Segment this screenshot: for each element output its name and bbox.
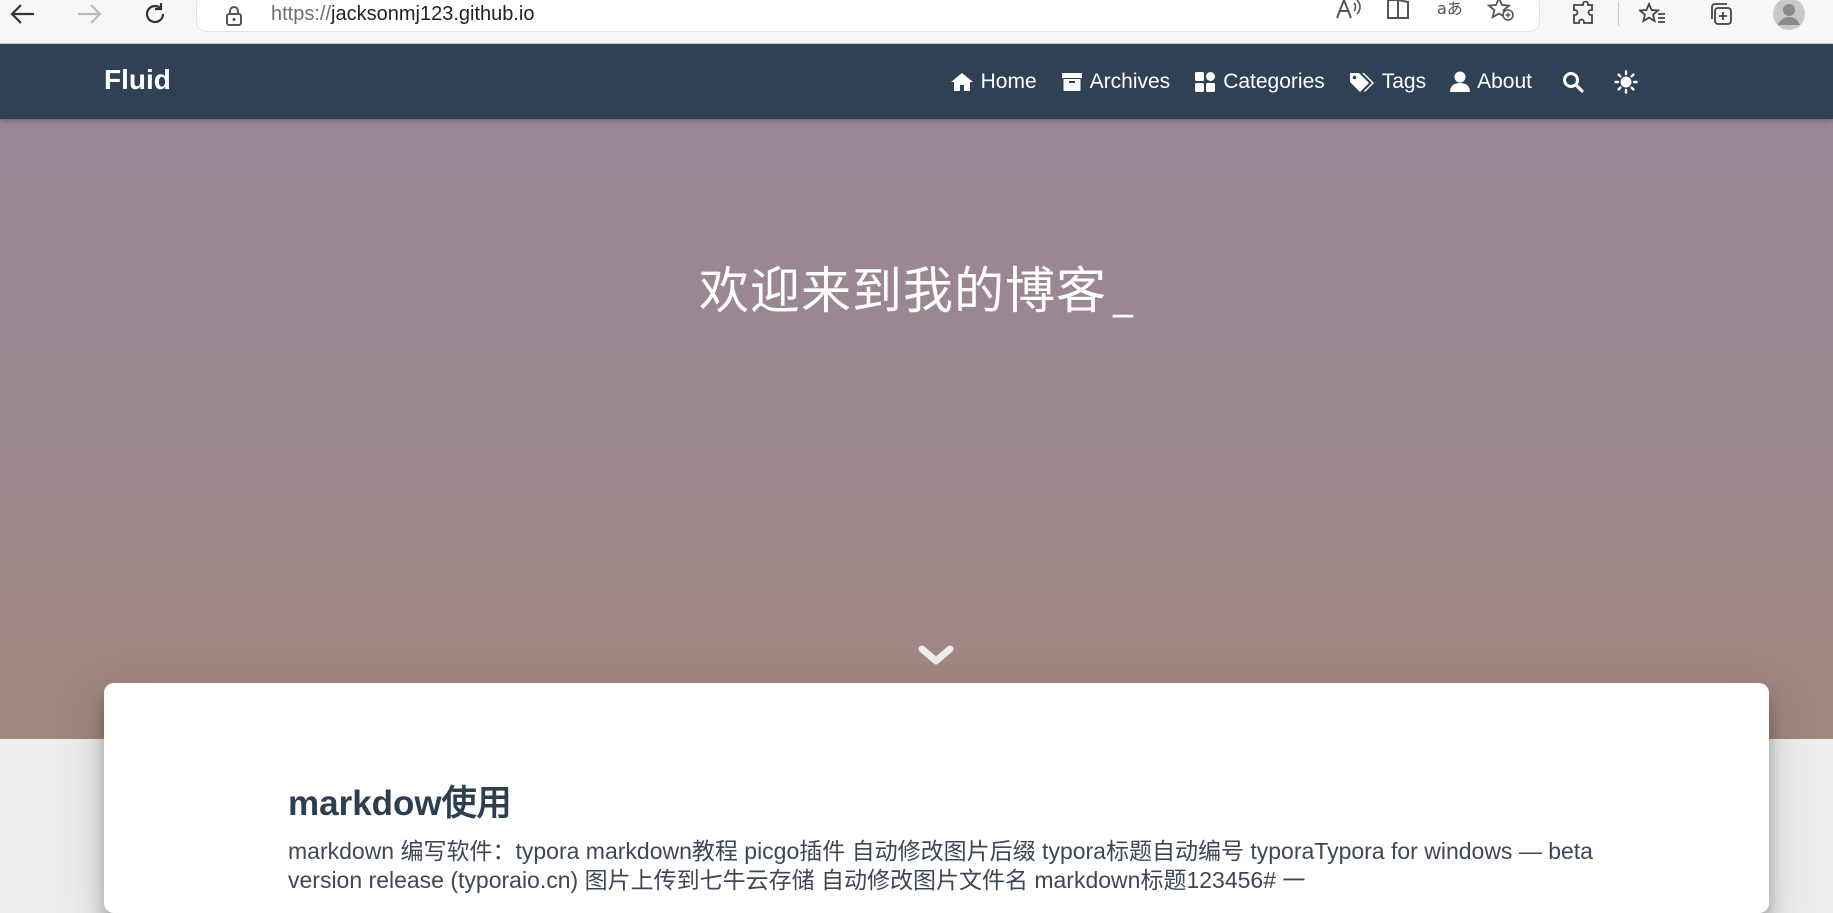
address-bar[interactable]: https://jacksonmj123.github.io aあ	[196, 0, 1540, 32]
typing-cursor: _	[1113, 272, 1134, 318]
search-button[interactable]	[1562, 71, 1584, 93]
nav-item-tags[interactable]: Tags	[1349, 70, 1426, 94]
main-board: markdow使用 markdown 编写软件：typora markdown教…	[104, 683, 1769, 913]
nav-item-label: About	[1477, 69, 1532, 93]
tags-icon	[1349, 72, 1374, 92]
nav-item-label: Archives	[1089, 69, 1171, 93]
back-icon[interactable]	[8, 0, 38, 28]
translate-icon[interactable]: aあ	[1433, 0, 1467, 23]
forward-icon[interactable]	[74, 0, 104, 28]
nav-item-label: Tags	[1381, 69, 1427, 93]
read-aloud-icon[interactable]	[1331, 0, 1365, 23]
hero-banner: 欢迎来到我的博客 _	[0, 119, 1833, 739]
nav-item-archives[interactable]: Archives	[1061, 69, 1171, 94]
categories-icon	[1195, 71, 1216, 92]
profile-avatar[interactable]	[1772, 0, 1806, 30]
add-favorite-icon[interactable]	[1484, 0, 1518, 23]
svg-text:aあ: aあ	[1437, 0, 1463, 18]
nav-item-label: Home	[980, 69, 1037, 93]
theme-toggle-button[interactable]	[1614, 69, 1638, 94]
search-icon	[1563, 71, 1584, 93]
browser-toolbar: https://jacksonmj123.github.io aあ	[0, 0, 1833, 44]
lock-icon[interactable]	[225, 5, 243, 32]
site-brand[interactable]: Fluid	[104, 64, 171, 96]
post-excerpt[interactable]: markdown 编写软件：typora markdown教程 picgo插件 …	[288, 837, 1608, 895]
banner-title-text: 欢迎来到我的博客	[699, 262, 1107, 320]
url-text[interactable]: https://jacksonmj123.github.io	[271, 3, 535, 26]
immersive-reader-icon[interactable]	[1382, 0, 1416, 23]
home-icon	[950, 72, 973, 91]
post-title[interactable]: markdow使用	[288, 775, 512, 826]
extensions-icon[interactable]	[1566, 0, 1600, 28]
sun-icon	[1614, 69, 1638, 94]
refresh-icon[interactable]	[140, 0, 170, 28]
chevron-down-icon	[918, 645, 954, 665]
nav-item-categories[interactable]: Categories	[1194, 70, 1325, 94]
archive-icon	[1061, 72, 1082, 91]
site-navbar: Fluid Home Archives Categories Tags Abou…	[0, 44, 1833, 119]
nav-menu: Home Archives Categories Tags About	[926, 44, 1638, 119]
scroll-down-button[interactable]	[918, 644, 954, 673]
nav-item-label: Categories	[1223, 69, 1325, 93]
user-icon	[1450, 71, 1471, 92]
favorites-icon[interactable]	[1636, 0, 1670, 28]
banner-title: 欢迎来到我的博客 _	[0, 251, 1833, 323]
nav-item-about[interactable]: About	[1450, 70, 1532, 94]
collections-icon[interactable]	[1704, 0, 1738, 28]
nav-item-home[interactable]: Home	[950, 70, 1037, 94]
toolbar-divider	[1618, 2, 1619, 26]
